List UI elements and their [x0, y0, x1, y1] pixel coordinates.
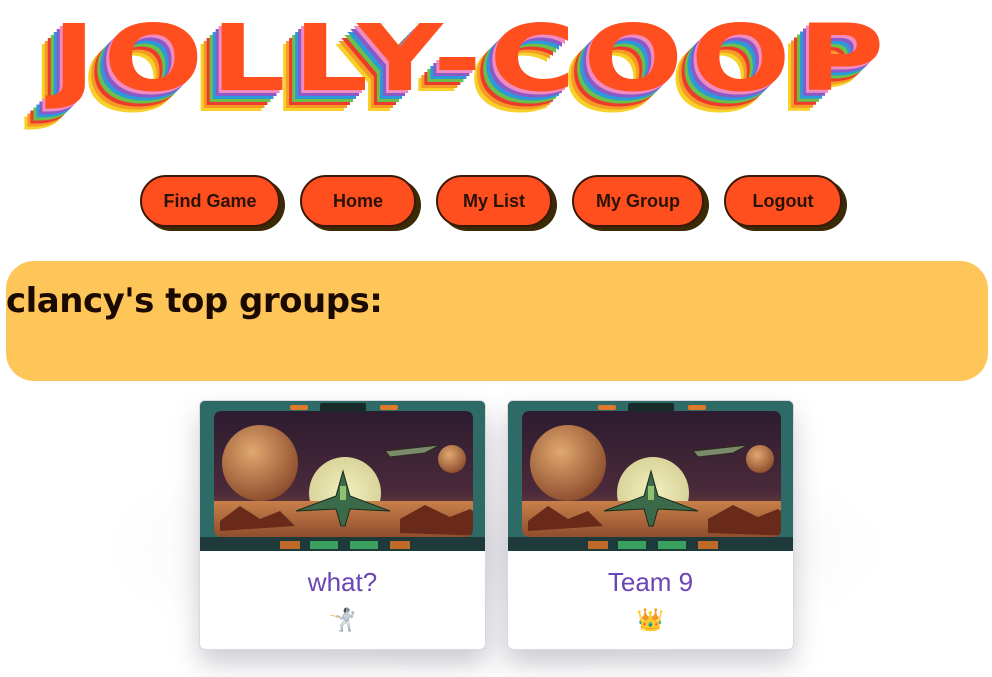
group-card[interactable]: what? 🤺: [199, 400, 486, 650]
group-card[interactable]: Team 9 👑: [507, 400, 794, 650]
group-name: Team 9: [607, 567, 694, 597]
group-emoji: 🤺: [328, 607, 357, 632]
logo-graphic: JOLLY-COOPJOLLY-COOPJOLLY-COOPJOLLY-COOP…: [23, 5, 892, 133]
find-game-button[interactable]: Find Game: [140, 175, 280, 227]
my-group-button[interactable]: My Group: [572, 175, 704, 227]
home-button[interactable]: Home: [300, 175, 416, 227]
logout-button[interactable]: Logout: [724, 175, 842, 227]
spaceship-cockpit-image: [200, 401, 485, 551]
my-list-button[interactable]: My List: [436, 175, 552, 227]
top-groups-banner: clancy's top groups:: [6, 261, 988, 381]
spaceship-cockpit-image: [508, 401, 793, 551]
site-logo[interactable]: JOLLY-COOP JOLLY-COOP JOLLY-COOP JOLLY-COOP…: [23, 5, 922, 133]
main-nav: Find Game Home My List My Group Logout: [0, 175, 992, 227]
group-name: what?: [307, 567, 378, 597]
logo-text-layer: JOLLY-COOP: [44, 5, 892, 112]
page-title: clancy's top groups:: [6, 281, 383, 321]
group-emoji: 👑: [636, 607, 665, 632]
